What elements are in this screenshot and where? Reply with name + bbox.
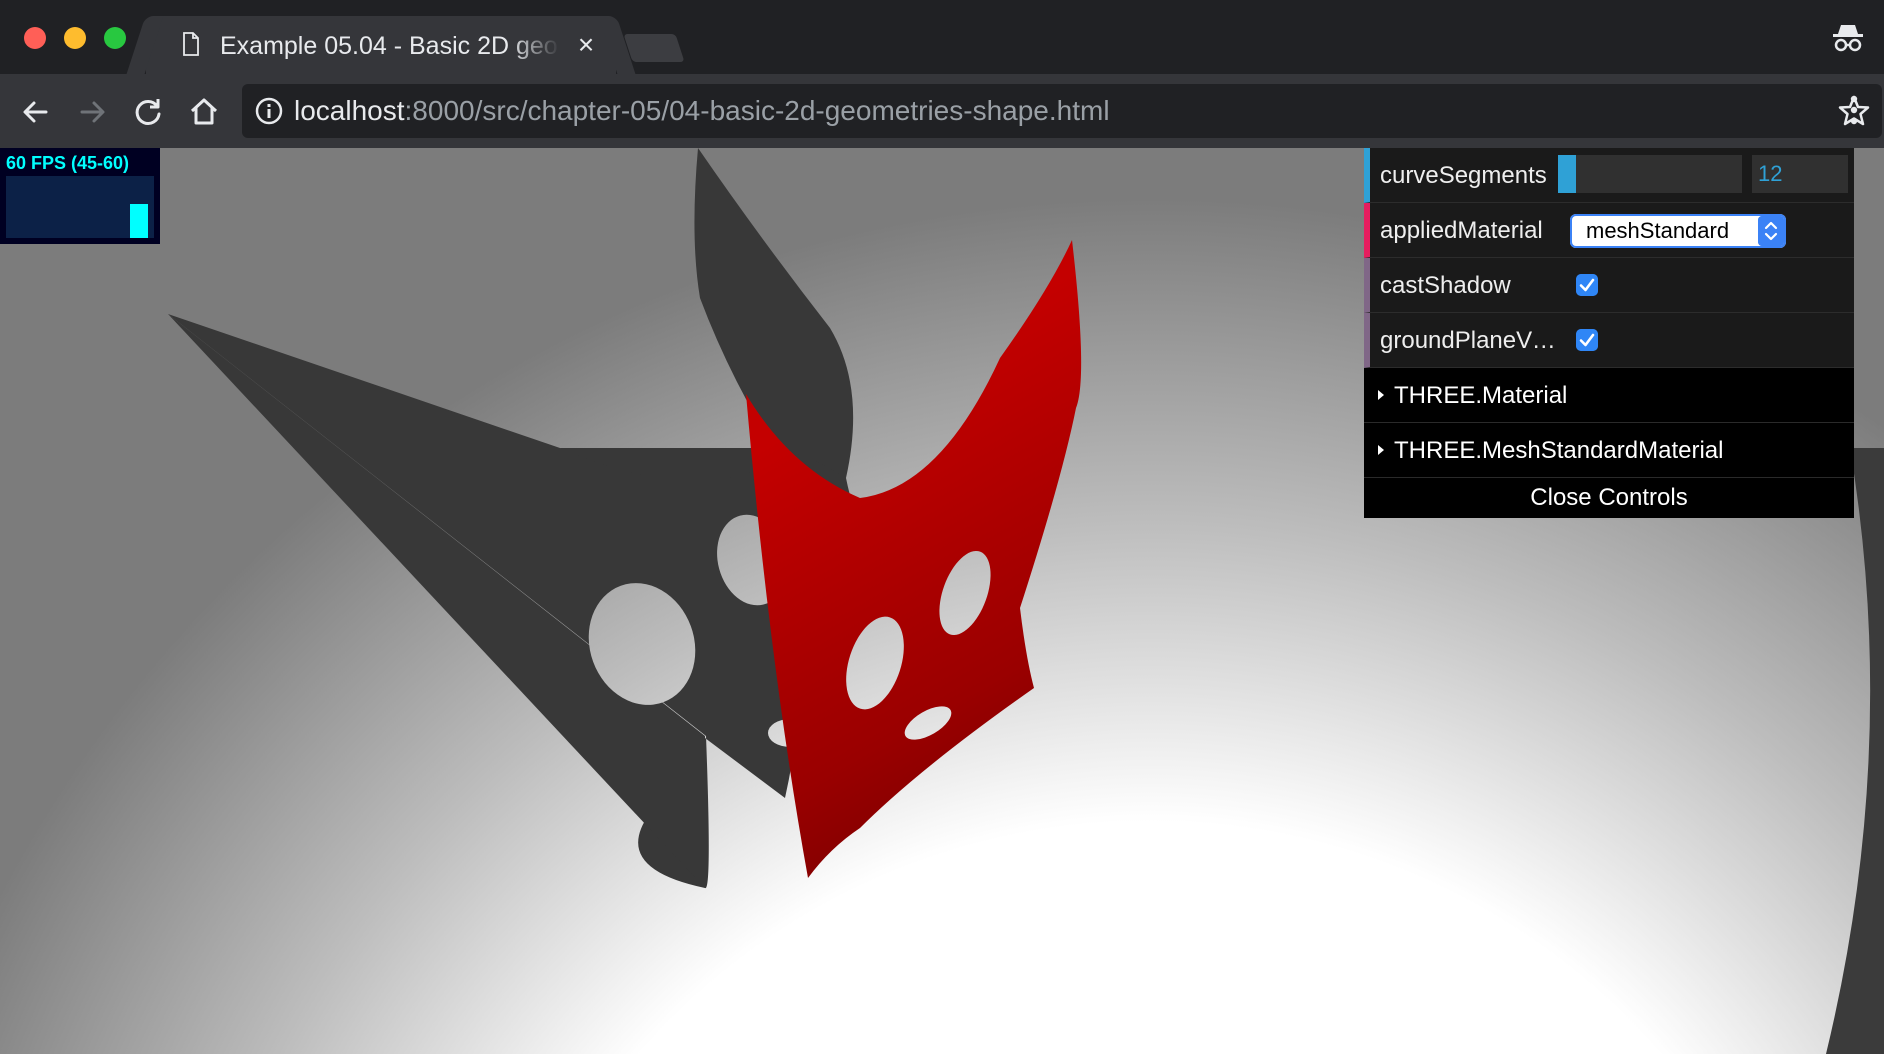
caret-right-icon: [1378, 390, 1384, 400]
applied-material-value: meshStandard: [1586, 218, 1730, 243]
folder-three-meshstandardmaterial[interactable]: THREE.MeshStandardMaterial: [1364, 423, 1854, 478]
home-button[interactable]: [184, 92, 224, 132]
chevron-updown-icon: [1758, 216, 1784, 246]
reload-button[interactable]: [128, 92, 168, 132]
address-bar[interactable]: localhost:8000/src/chapter-05/04-basic-2…: [242, 84, 1882, 138]
url-host: localhost: [294, 95, 405, 126]
webgl-viewport[interactable]: 60 FPS (45-60) curveSegments 12 appliedM…: [0, 148, 1884, 1054]
url-text: localhost:8000/src/chapter-05/04-basic-2…: [294, 94, 1110, 128]
back-icon: [23, 101, 48, 123]
ground-plane-visible-checkbox[interactable]: [1576, 329, 1598, 351]
fps-graph: [6, 176, 154, 238]
document-icon: [183, 32, 199, 56]
cast-shadow-checkbox[interactable]: [1576, 274, 1598, 296]
window-titlebar: Example 05.04 - Basic 2D geometries - Sh…: [0, 0, 1884, 74]
reload-icon: [135, 99, 161, 125]
ground-plane-visible-row: groundPlaneVi…: [1364, 313, 1854, 368]
controls-panel: curveSegments 12 appliedMaterial meshSta…: [1364, 148, 1854, 518]
fps-stats-panel[interactable]: 60 FPS (45-60): [0, 148, 160, 244]
ground-plane-visible-label: groundPlaneVi…: [1380, 327, 1560, 354]
folder-three-material[interactable]: THREE.Material: [1364, 368, 1854, 423]
browser-toolbar: localhost:8000/src/chapter-05/04-basic-2…: [0, 74, 1884, 148]
cast-shadow-row: castShadow: [1364, 258, 1854, 313]
new-tab-button[interactable]: [623, 34, 685, 62]
fps-label: 60 FPS (45-60): [6, 153, 130, 173]
curve-segments-input[interactable]: 12: [1752, 155, 1848, 193]
close-controls-button[interactable]: Close Controls: [1364, 478, 1854, 518]
url-path: :8000/src/chapter-05/04-basic-2d-geometr…: [404, 95, 1110, 126]
home-icon: [190, 98, 218, 125]
curve-segments-row: curveSegments 12: [1364, 148, 1854, 203]
forward-button[interactable]: [72, 92, 112, 132]
caret-right-icon: [1378, 445, 1384, 455]
applied-material-label: appliedMaterial: [1380, 217, 1543, 244]
applied-material-row: appliedMaterial meshStandard: [1364, 203, 1854, 258]
back-button[interactable]: [16, 92, 56, 132]
curve-segments-slider-fill: [1558, 155, 1577, 193]
close-window-button[interactable]: [24, 27, 46, 49]
curve-segments-slider[interactable]: [1558, 155, 1742, 193]
forward-icon: [80, 101, 105, 123]
maximize-window-button[interactable]: [104, 27, 126, 49]
tab-title: Example 05.04 - Basic 2D geometries - Sh…: [220, 32, 560, 60]
minimize-window-button[interactable]: [64, 27, 86, 49]
info-icon[interactable]: [254, 96, 284, 126]
cast-shadow-label: castShadow: [1380, 272, 1511, 299]
browser-tab[interactable]: Example 05.04 - Basic 2D geometries - Sh…: [146, 16, 616, 74]
folder-title: THREE.MeshStandardMaterial: [1394, 437, 1724, 464]
incognito-icon: [1833, 25, 1863, 52]
fps-bar: [130, 203, 148, 238]
curve-segments-label: curveSegments: [1380, 162, 1547, 189]
close-icon[interactable]: ×: [570, 29, 602, 61]
menu-icon[interactable]: [1848, 92, 1860, 128]
applied-material-select[interactable]: meshStandard: [1570, 214, 1786, 248]
folder-title: THREE.Material: [1394, 382, 1568, 409]
